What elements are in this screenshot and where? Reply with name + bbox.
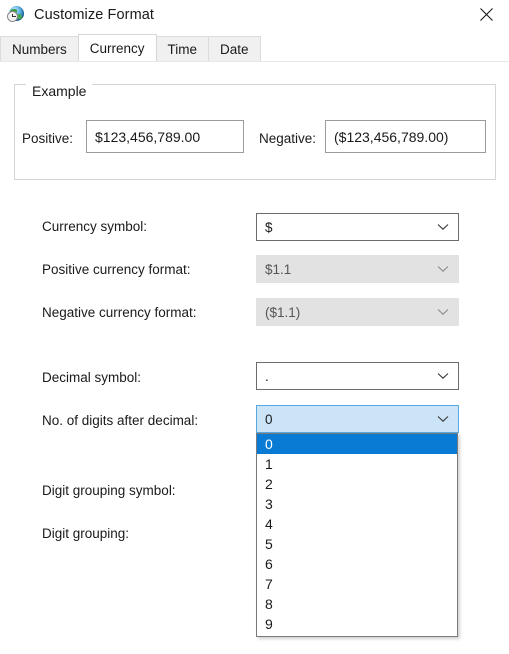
example-groupbox-legend: Example	[26, 83, 93, 99]
dropdown-option[interactable]: 6	[257, 554, 457, 574]
tab-numbers[interactable]: Numbers	[0, 36, 79, 61]
decimal-symbol-value: .	[265, 368, 269, 384]
chevron-down-icon	[437, 299, 449, 325]
tab-time-label: Time	[167, 41, 198, 57]
chevron-down-icon	[437, 406, 449, 432]
dropdown-option[interactable]: 5	[257, 534, 457, 554]
dropdown-option[interactable]: 2	[257, 474, 457, 494]
negative-example-label: Negative:	[259, 131, 317, 146]
positive-currency-format-combobox: $1.1	[256, 255, 459, 283]
tab-time[interactable]: Time	[155, 36, 210, 61]
dropdown-option[interactable]: 8	[257, 594, 457, 614]
dropdown-option[interactable]: 0	[257, 434, 457, 454]
title-bar: Customize Format	[0, 0, 509, 29]
digits-after-decimal-combobox[interactable]: 0	[256, 405, 459, 433]
chevron-down-icon	[437, 363, 449, 389]
tab-currency-label: Currency	[89, 40, 145, 56]
dropdown-option[interactable]: 9	[257, 614, 457, 634]
close-icon[interactable]	[464, 0, 509, 29]
digits-after-decimal-label: No. of digits after decimal:	[42, 413, 199, 428]
digits-after-decimal-dropdown-list[interactable]: 0123456789	[256, 433, 458, 637]
decimal-symbol-label: Decimal symbol:	[42, 370, 142, 385]
positive-example-field[interactable]: $123,456,789.00	[86, 120, 244, 153]
negative-currency-format-label: Negative currency format:	[42, 305, 197, 320]
decimal-symbol-combobox[interactable]: .	[256, 362, 459, 390]
negative-example-field[interactable]: ($123,456,789.00)	[325, 120, 486, 153]
currency-symbol-label: Currency symbol:	[42, 219, 148, 234]
digit-grouping-label: Digit grouping:	[42, 526, 130, 541]
currency-symbol-value: $	[265, 219, 273, 235]
region-globe-clock-icon	[7, 5, 25, 24]
tab-date[interactable]: Date	[208, 36, 261, 61]
tab-currency[interactable]: Currency	[77, 34, 157, 61]
positive-currency-format-value: $1.1	[265, 261, 292, 277]
digit-grouping-symbol-label: Digit grouping symbol:	[42, 483, 176, 498]
dropdown-option[interactable]: 3	[257, 494, 457, 514]
dropdown-option[interactable]: 4	[257, 514, 457, 534]
content-divider	[0, 61, 509, 62]
digits-after-decimal-value: 0	[265, 411, 273, 427]
positive-example-value: $123,456,789.00	[95, 128, 201, 145]
negative-example-value: ($123,456,789.00)	[334, 128, 449, 145]
dropdown-option[interactable]: 1	[257, 454, 457, 474]
chevron-down-icon	[437, 256, 449, 282]
dropdown-bottom-padding	[257, 634, 457, 636]
negative-currency-format-value: ($1.1)	[265, 304, 301, 320]
tab-date-label: Date	[220, 41, 249, 57]
currency-symbol-combobox[interactable]: $	[256, 213, 459, 241]
positive-currency-format-label: Positive currency format:	[42, 262, 191, 277]
positive-example-label: Positive:	[22, 131, 74, 146]
negative-currency-format-combobox: ($1.1)	[256, 298, 459, 326]
chevron-down-icon	[437, 214, 449, 240]
dropdown-option[interactable]: 7	[257, 574, 457, 594]
tab-strip: Numbers Currency Time Date	[0, 29, 509, 61]
window-title: Customize Format	[34, 6, 155, 23]
tab-numbers-label: Numbers	[12, 41, 67, 57]
